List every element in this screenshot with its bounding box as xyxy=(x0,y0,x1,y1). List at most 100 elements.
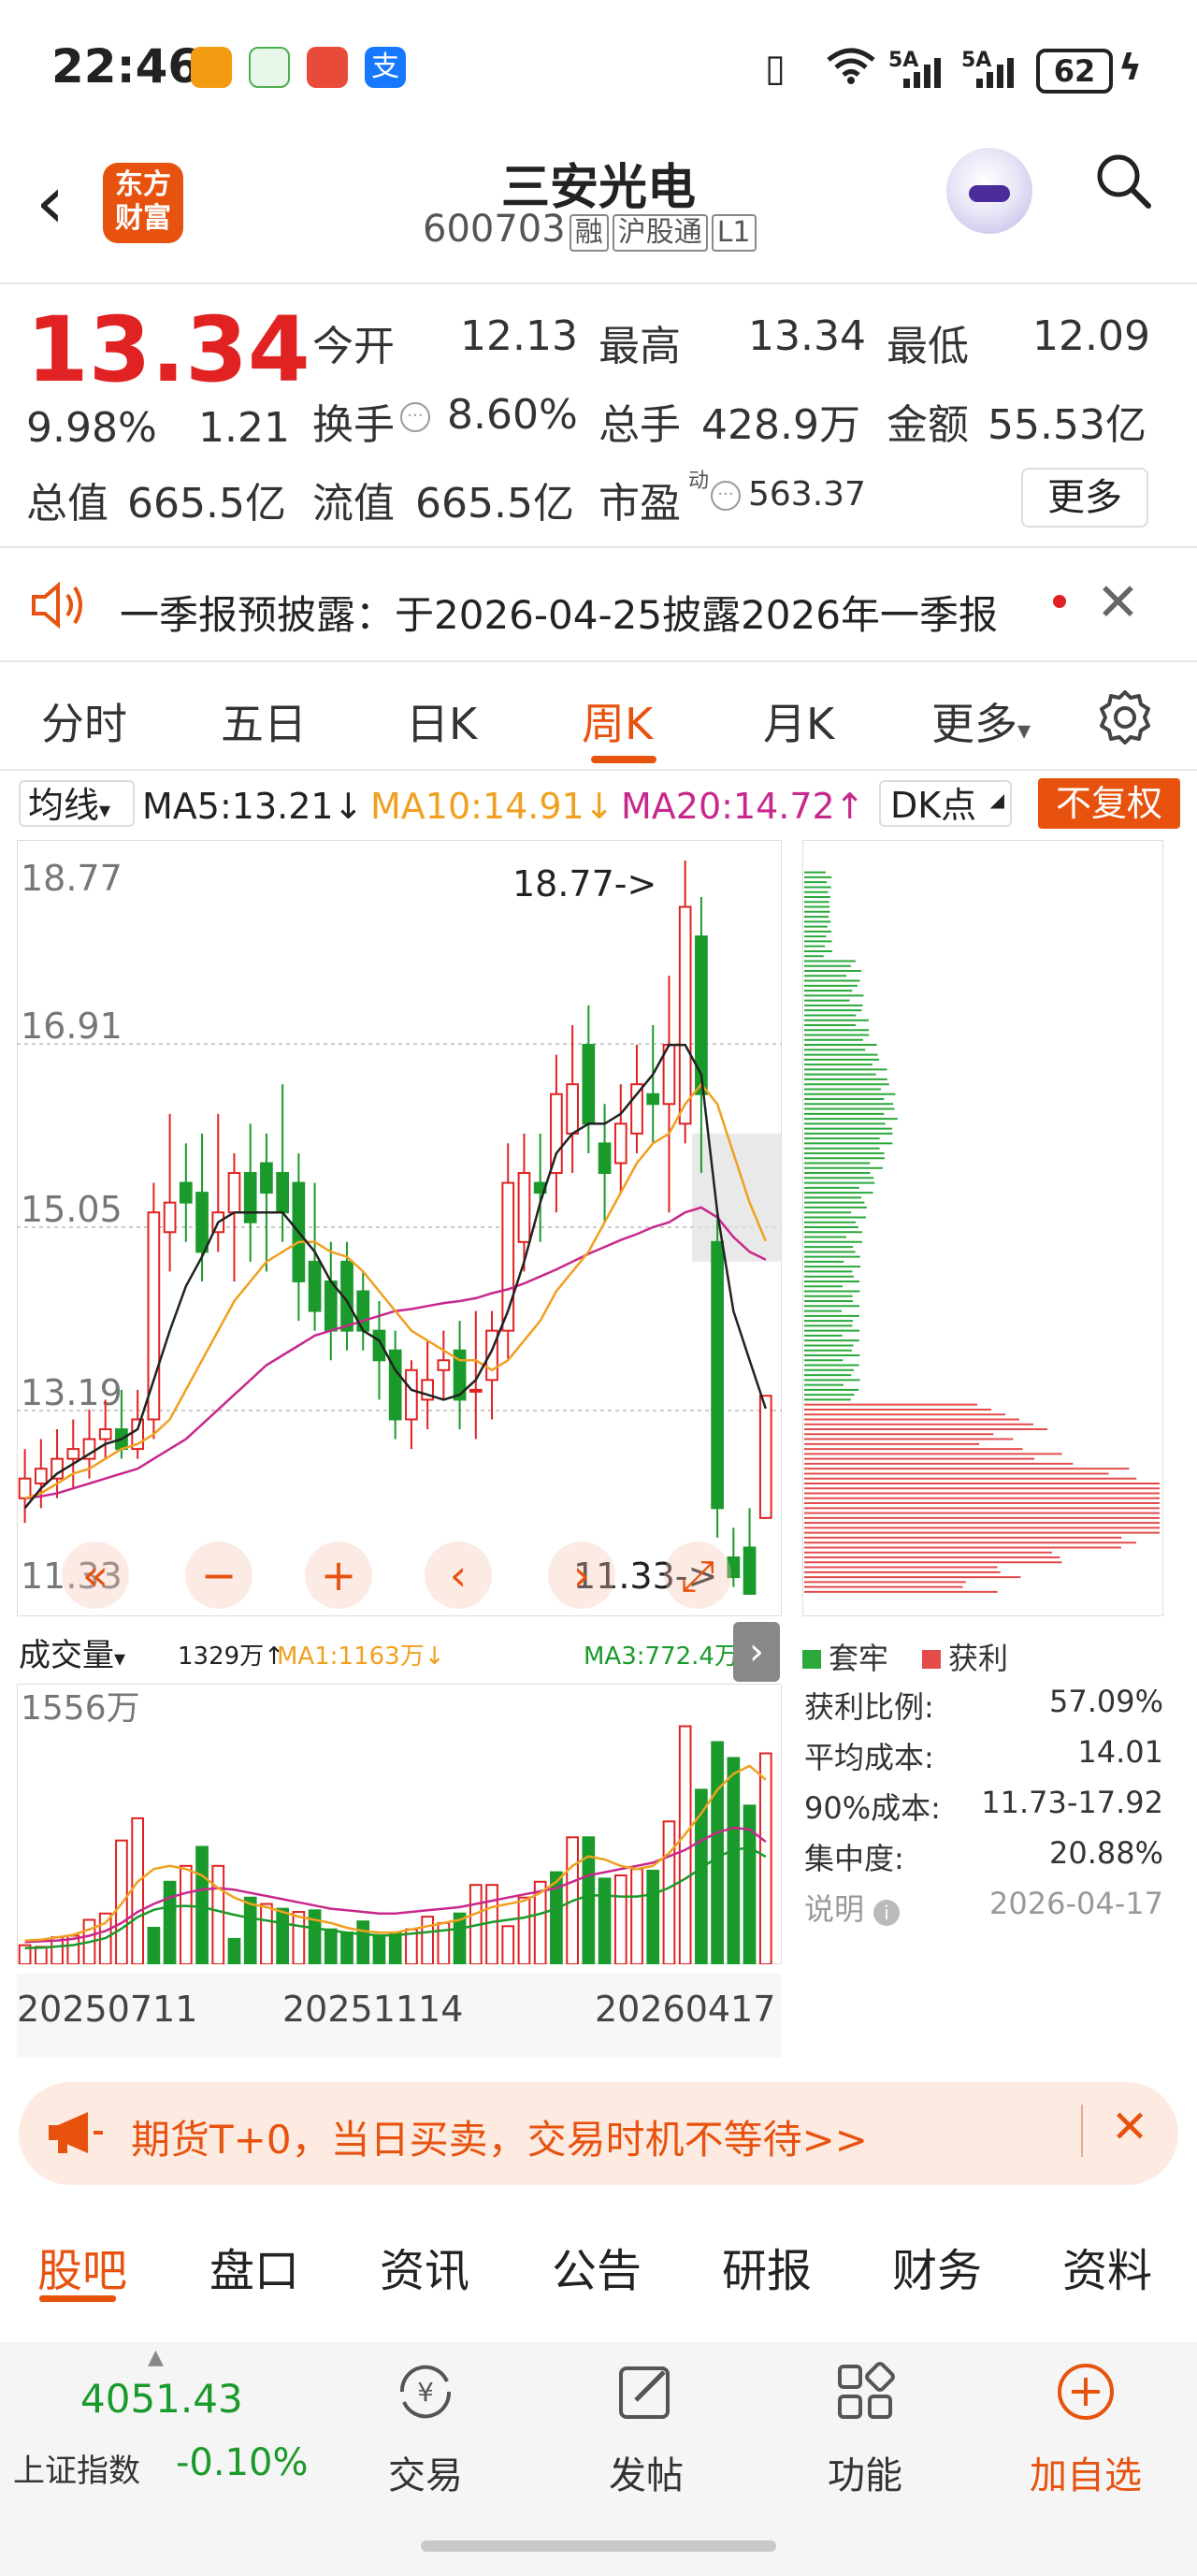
candle-body xyxy=(630,1083,643,1135)
index-change: -0.10% xyxy=(176,2441,309,2484)
nav-post[interactable]: 发帖 xyxy=(576,2445,716,2499)
candlestick-chart[interactable]: 18.7716.9115.0513.1911.3318.77->11.33-> xyxy=(17,840,782,1616)
assistant-avatar[interactable] xyxy=(946,148,1032,234)
gear-icon[interactable] xyxy=(1096,688,1154,746)
back-button[interactable]: ‹ xyxy=(36,166,65,239)
change-percent: 9.98% xyxy=(26,404,157,452)
candle-body xyxy=(324,1280,338,1332)
float-label: 流值 xyxy=(312,480,395,528)
pe-value: 563.37 xyxy=(748,475,866,514)
y-tick-label: 18.77 xyxy=(21,858,123,899)
scroll-left-fast-button[interactable]: « xyxy=(62,1541,129,1609)
indicator-selector[interactable]: 均线▾ xyxy=(19,780,135,827)
trade-icon[interactable]: ¥ xyxy=(393,2359,458,2424)
tab-finance[interactable]: 财务 xyxy=(892,2234,982,2299)
tab-monthly-k[interactable]: 月K xyxy=(763,690,834,752)
alipay-icon: 支 xyxy=(365,47,406,88)
volume-current: 1329万↑ xyxy=(178,1643,284,1671)
index-value[interactable]: 4051.43 xyxy=(80,2376,243,2422)
turnover-label: 换手 xyxy=(312,401,395,449)
index-name[interactable]: 上证指数 xyxy=(13,2445,140,2491)
volume-chart[interactable]: 1556万 xyxy=(17,1684,782,1964)
volume-bar xyxy=(163,1880,177,1964)
volume-bar xyxy=(211,1864,225,1964)
chip-stat-row: 获利比例: 57.09% xyxy=(804,1684,1163,1727)
logo-line: 东方 xyxy=(115,168,171,201)
high-value: 13.34 xyxy=(748,312,866,360)
volume-bar xyxy=(260,1903,273,1964)
add-circle-icon[interactable] xyxy=(1053,2359,1118,2424)
volume-label: 总手 xyxy=(598,401,681,449)
candle-body xyxy=(550,1093,563,1175)
home-indicator xyxy=(421,2540,776,2552)
candle-body xyxy=(711,1240,724,1510)
notice-text[interactable]: 一季报预披露：于2026-04-25披露2026年一季报 xyxy=(120,584,998,641)
zoom-in-button[interactable]: + xyxy=(305,1541,372,1609)
volume-bar xyxy=(131,1816,145,1964)
candle-body xyxy=(179,1181,193,1204)
candle-body xyxy=(437,1359,451,1371)
chip-stat-value: 11.73-17.92 xyxy=(981,1785,1163,1820)
scroll-left-button[interactable]: ‹ xyxy=(425,1541,492,1609)
candle-body xyxy=(227,1172,241,1214)
ma5-value: MA5:13.21↓ xyxy=(142,786,364,827)
scroll-right-button[interactable]: › xyxy=(548,1541,615,1609)
grid-icon[interactable] xyxy=(832,2359,898,2424)
chip-stat-label: 平均成本: xyxy=(804,1740,934,1775)
nav-trade[interactable]: 交易 xyxy=(355,2445,496,2499)
candle-body xyxy=(582,1044,596,1125)
tab-announcements[interactable]: 公告 xyxy=(552,2234,642,2299)
tab-more[interactable]: 更多▾ xyxy=(931,690,1031,752)
edit-icon[interactable] xyxy=(613,2359,679,2424)
volume-selector[interactable]: 成交量▾ xyxy=(19,1629,125,1675)
close-icon[interactable]: ✕ xyxy=(1096,572,1140,633)
tab-news[interactable]: 资讯 xyxy=(380,2234,469,2299)
active-tab-indicator xyxy=(591,756,656,763)
info-icon[interactable]: ··· xyxy=(400,402,430,432)
tab-forum[interactable]: 股吧 xyxy=(37,2234,127,2299)
close-icon[interactable]: ✕ xyxy=(1111,2101,1148,2153)
battery-icon: 62 xyxy=(1036,49,1113,94)
chip-stat-value: 20.88% xyxy=(1048,1835,1163,1871)
volume-bar xyxy=(758,1752,772,1964)
candle-body xyxy=(646,1093,660,1106)
chip-stat-row: 平均成本: 14.01 xyxy=(804,1734,1163,1777)
chip-stat-label: 获利比例: xyxy=(804,1689,934,1725)
dropdown-icon: ▾ xyxy=(114,1645,126,1672)
candle-body xyxy=(405,1368,418,1421)
svg-text:¥: ¥ xyxy=(417,2377,434,2408)
divider xyxy=(0,769,1197,771)
candle-body xyxy=(260,1162,273,1194)
dk-point-selector[interactable]: DK点 ◢ xyxy=(879,780,1012,827)
highlight-region xyxy=(692,1133,782,1262)
chevron-right-icon[interactable]: › xyxy=(733,1622,780,1682)
date-label: 20260417 xyxy=(595,1989,776,2030)
dropdown-icon: ▾ xyxy=(99,797,111,823)
chip-stat-row[interactable]: 说明 i 2026-04-17 xyxy=(804,1886,1163,1929)
y-tick-label: 13.19 xyxy=(21,1372,123,1413)
current-price: 13.34 xyxy=(26,297,310,402)
nav-add-watchlist[interactable]: 加自选 xyxy=(1016,2445,1156,2499)
more-quote-button[interactable]: 更多 xyxy=(1021,468,1148,528)
tab-weekly-k[interactable]: 周K xyxy=(582,690,653,752)
tab-daily-k[interactable]: 日K xyxy=(406,690,477,752)
amount-value: 55.53亿 xyxy=(988,401,1147,449)
adjust-button[interactable]: 不复权 xyxy=(1038,778,1180,829)
dk-point-label: DK点 xyxy=(890,785,977,826)
nav-functions[interactable]: 功能 xyxy=(795,2445,935,2499)
tab-order-book[interactable]: 盘口 xyxy=(209,2234,299,2299)
tab-profile[interactable]: 资料 xyxy=(1062,2234,1152,2299)
margin-tag: 融 xyxy=(569,214,609,252)
promo-text[interactable]: 期货T+0，当日买卖，交易时机不等待>> xyxy=(131,2108,868,2165)
search-icon[interactable] xyxy=(1094,152,1152,210)
tab-research[interactable]: 研报 xyxy=(722,2234,812,2299)
candle-body xyxy=(18,1477,32,1499)
info-icon[interactable]: ··· xyxy=(711,481,741,511)
volume-bar xyxy=(485,1884,498,1964)
tab-five-day[interactable]: 五日 xyxy=(221,690,307,752)
zoom-out-button[interactable]: − xyxy=(185,1541,252,1609)
volume-bar xyxy=(646,1869,660,1964)
charging-icon: ϟ xyxy=(1118,47,1143,88)
tab-intraday[interactable]: 分时 xyxy=(41,690,127,752)
fullscreen-button[interactable]: ⤢ xyxy=(664,1541,731,1609)
